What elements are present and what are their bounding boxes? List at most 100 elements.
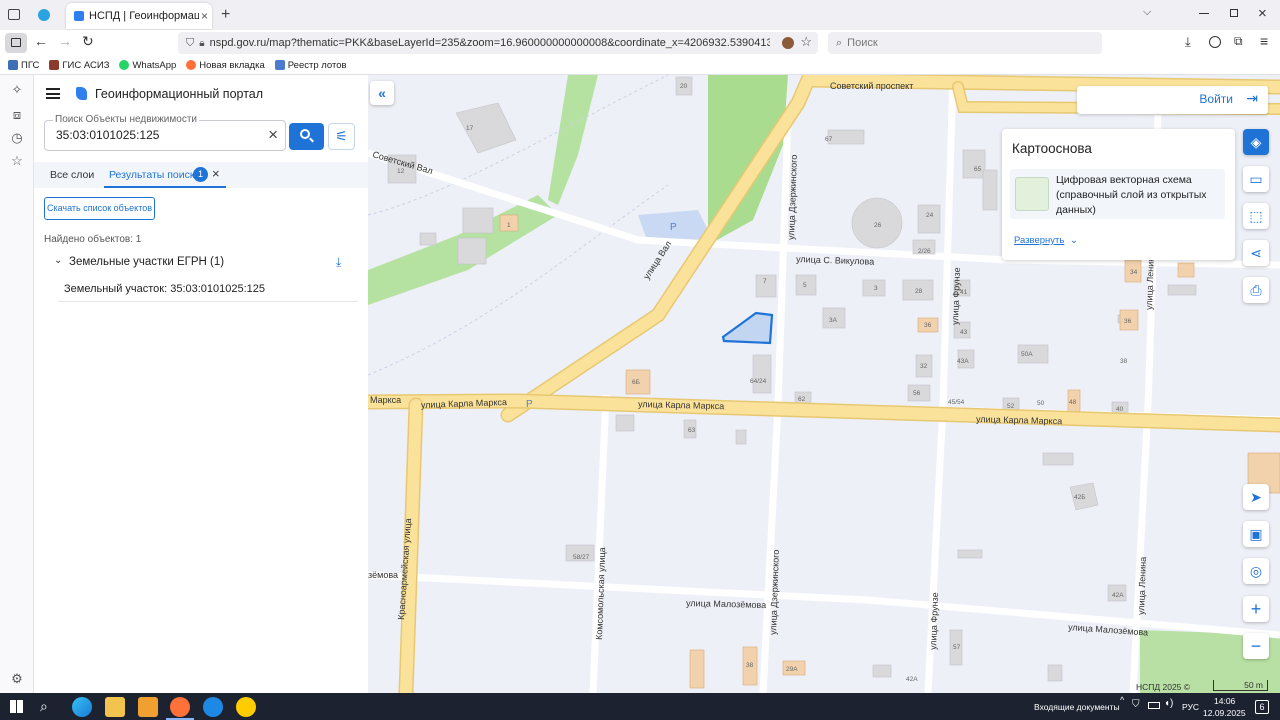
- street-label: улица Дзержинского: [768, 549, 781, 635]
- expand-link[interactable]: Развернуть ⌄: [1014, 235, 1078, 246]
- bookmark-reestr-lotov[interactable]: Реестр лотов: [274, 60, 347, 71]
- bookmark-star-icon[interactable]: ☆: [800, 34, 812, 50]
- map-view[interactable]: P P Советский проспект Советский Вал ули…: [368, 75, 1280, 693]
- forward-icon[interactable]: →: [58, 33, 72, 49]
- notification-center-badge[interactable]: 6: [1255, 700, 1269, 714]
- language-indicator[interactable]: РУС: [1182, 702, 1199, 712]
- cadastral-search-input[interactable]: [56, 128, 256, 142]
- close-results-icon[interactable]: ×: [212, 166, 220, 181]
- maximize-icon[interactable]: [1230, 9, 1238, 17]
- print-button[interactable]: ⎙: [1243, 277, 1269, 303]
- tab-overview-icon[interactable]: [8, 9, 20, 20]
- svg-text:1: 1: [507, 222, 511, 229]
- minimap-button[interactable]: ▣: [1243, 521, 1269, 547]
- yandex-browser-icon[interactable]: [236, 697, 256, 717]
- svg-text:36: 36: [924, 322, 932, 329]
- outlook-icon[interactable]: [138, 697, 158, 717]
- tab-title: НСПД | Геоинформационны: [89, 10, 199, 22]
- cadastral-search-field[interactable]: Поиск Объекты недвижимости ×: [44, 114, 286, 151]
- tab-list-chevron-icon[interactable]: ⌵: [1143, 6, 1151, 19]
- svg-text:42Б: 42Б: [1074, 494, 1086, 501]
- bookmark-gis-asiz[interactable]: ГИС АСИЗ: [49, 60, 109, 71]
- tab-all-layers[interactable]: Все слои: [50, 169, 94, 181]
- minus-icon: −: [1250, 635, 1262, 656]
- bookmark-pgs[interactable]: ПГС: [8, 60, 39, 71]
- svg-text:50А: 50А: [1021, 351, 1033, 358]
- search-button[interactable]: [289, 123, 324, 150]
- windows-taskbar: ⌕ Входящие документы ^ ⛉ ◖) РУС 14:06 12…: [0, 693, 1280, 720]
- extensions-icon[interactable]: ⧉: [1234, 34, 1243, 49]
- menu-icon[interactable]: ≡: [1260, 33, 1268, 49]
- tab-close-icon[interactable]: ×: [201, 9, 208, 23]
- basemap-option[interactable]: Цифровая векторная схема (справочный сло…: [1010, 169, 1225, 219]
- clock-time[interactable]: 14:06: [1214, 696, 1235, 706]
- result-item[interactable]: Земельный участок: 35:03:0101025:125: [58, 276, 358, 302]
- bookmarks-star-icon[interactable]: ☆: [9, 153, 25, 169]
- url-text: nspd.gov.ru/map?thematic=PKK&baseLayerId…: [209, 37, 770, 49]
- svg-text:48: 48: [1069, 399, 1077, 406]
- layers-tool-button[interactable]: ◈: [1243, 129, 1269, 155]
- download-group-icon[interactable]: ⤓: [336, 255, 341, 270]
- close-window-icon[interactable]: ×: [1258, 5, 1267, 22]
- svg-text:63: 63: [688, 427, 696, 434]
- svg-text:7: 7: [763, 278, 767, 285]
- search-box[interactable]: ⌕ Поиск: [828, 32, 1102, 54]
- notification-text[interactable]: Входящие документы: [1034, 702, 1120, 712]
- shield-icon: ⛉: [186, 36, 195, 49]
- reload-icon[interactable]: ↻: [82, 33, 94, 50]
- filter-settings-button[interactable]: ⚟: [328, 123, 355, 150]
- area-select-button[interactable]: ⬚: [1243, 203, 1269, 229]
- clear-search-icon[interactable]: ×: [268, 125, 278, 145]
- internet-explorer-icon[interactable]: [203, 697, 223, 717]
- zoom-in-button[interactable]: +: [1243, 596, 1269, 622]
- history-icon[interactable]: ◷: [9, 130, 25, 146]
- downloads-icon[interactable]: ⤓: [1185, 34, 1191, 50]
- search-icon[interactable]: ⌕: [40, 698, 48, 715]
- result-item-label: Земельный участок: 35:03:0101025:125: [64, 283, 266, 295]
- firefox-icon[interactable]: [170, 697, 190, 717]
- telegram-tab-icon[interactable]: [38, 9, 50, 21]
- tab-search-results-label: Результаты поиска: [109, 169, 201, 181]
- my-location-button[interactable]: ➤: [1243, 484, 1269, 510]
- double-chevron-left-icon: «: [378, 85, 386, 101]
- tray-chevron-icon[interactable]: ^: [1120, 695, 1124, 705]
- account-icon[interactable]: [1209, 36, 1221, 48]
- collapse-panel-button[interactable]: «: [370, 81, 394, 105]
- svg-text:5: 5: [803, 282, 807, 289]
- back-icon[interactable]: ←: [34, 33, 48, 49]
- whatsapp-icon: [119, 60, 130, 70]
- measure-ruler-button[interactable]: ▭: [1243, 166, 1269, 192]
- svg-text:67: 67: [825, 136, 833, 143]
- edge-icon[interactable]: [72, 697, 92, 717]
- extension-icon[interactable]: [782, 37, 794, 49]
- tab-nspd[interactable]: НСПД | Геоинформационны ×: [66, 3, 212, 29]
- file-explorer-icon[interactable]: [105, 697, 125, 717]
- clock-date[interactable]: 12.09.2025: [1203, 708, 1246, 718]
- settings-gear-icon[interactable]: ⚙: [9, 671, 25, 687]
- hamburger-menu-icon[interactable]: [46, 88, 60, 99]
- share-button[interactable]: ⋖: [1243, 240, 1269, 266]
- minimize-icon[interactable]: [1199, 13, 1209, 14]
- basemap-card: Картооснова Цифровая векторная схема (сп…: [1002, 129, 1235, 260]
- download-list-button[interactable]: Скачать список объектов: [44, 197, 155, 220]
- parking-marker: P: [526, 399, 533, 410]
- zoom-out-button[interactable]: −: [1243, 633, 1269, 659]
- copyright-text: НСПД 2025 ©: [1136, 682, 1191, 692]
- bookmark-new-tab[interactable]: Новая вкладка: [186, 60, 265, 71]
- bookmark-whatsapp[interactable]: WhatsApp: [119, 60, 176, 71]
- windows-start-icon[interactable]: [10, 700, 23, 713]
- sidebar-toggle-icon[interactable]: [5, 33, 27, 53]
- reestr-icon: [274, 60, 285, 70]
- results-count-badge: 1: [193, 167, 208, 182]
- svg-text:38: 38: [746, 662, 754, 669]
- search-panel: Геоинформационный портал Поиск Объекты н…: [34, 75, 368, 693]
- tab-search-results[interactable]: Результаты поиска 1 ×: [104, 162, 226, 188]
- url-bar[interactable]: ⛉ 🔒︎ nspd.gov.ru/map?thematic=PKK&baseLa…: [178, 32, 818, 54]
- group-egrn-land[interactable]: ⌄ Земельные участки ЕГРН (1) ⤓: [54, 255, 354, 274]
- svg-text:45/54: 45/54: [948, 399, 965, 406]
- geo-search-button[interactable]: ◎: [1243, 558, 1269, 584]
- ai-sparkle-icon[interactable]: ✧: [9, 82, 25, 98]
- new-tab-icon[interactable]: +: [221, 6, 230, 24]
- login-button[interactable]: Войти ⇥: [1077, 86, 1268, 114]
- synced-tabs-icon[interactable]: ⧈: [9, 107, 25, 123]
